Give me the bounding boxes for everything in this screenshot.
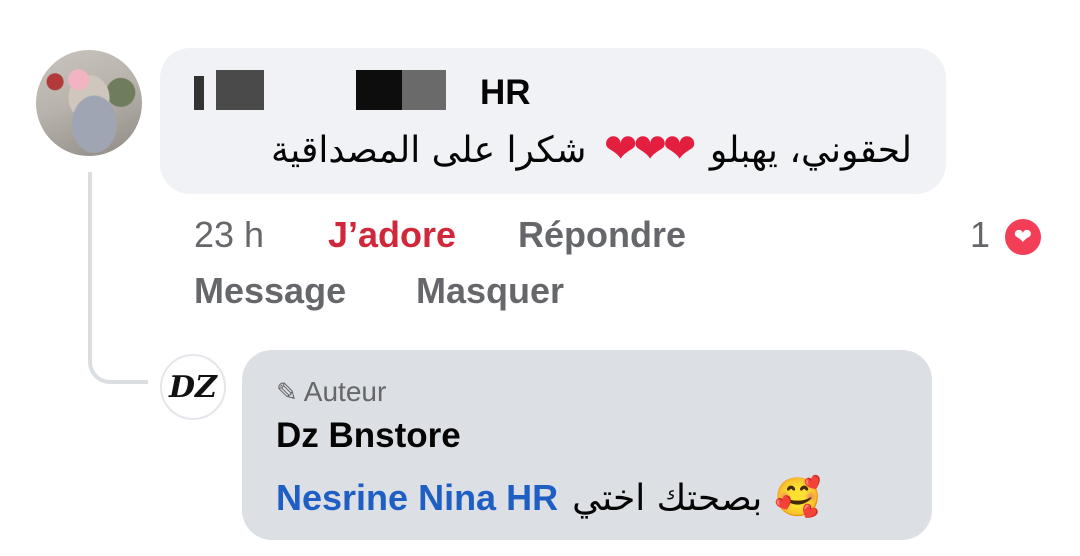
reply-bubble: ✎ Auteur Dz Bnstore Nesrine Nina HR بصحتك … <box>242 350 932 540</box>
comment-text: لحقوني، يهبلو ❤❤❤ شكرا على المصداقية <box>271 126 912 172</box>
heart-emoji-icon: ❤❤❤ <box>603 126 697 172</box>
commenter-avatar[interactable] <box>36 50 142 156</box>
comment-author-suffix: HR <box>480 73 531 112</box>
redaction-block <box>356 70 402 110</box>
pencil-icon: ✎ <box>276 377 298 407</box>
author-badge-label: Auteur <box>303 376 387 407</box>
page-avatar[interactable]: DZ <box>160 354 226 420</box>
reply-arabic-text: بصحتك اختي <box>572 478 763 519</box>
redaction-block <box>216 70 264 110</box>
hide-button[interactable]: Masquer <box>416 270 564 312</box>
like-button[interactable]: J’adore <box>328 214 456 256</box>
redaction-block <box>194 76 204 110</box>
comment-bubble: HR لحقوني، يهبلو ❤❤❤ شكرا على المصداقية <box>160 48 946 194</box>
heart-reaction-icon[interactable]: ❤ <box>1002 216 1044 258</box>
thread-connector-line <box>88 172 148 384</box>
comment-text-part-2: شكرا على المصداقية <box>270 130 587 171</box>
redaction-block <box>402 70 446 110</box>
comment-text-part-1: لحقوني، يهبلو <box>709 130 912 171</box>
mention-link[interactable]: Nesrine Nina HR <box>276 477 558 518</box>
comment-timestamp[interactable]: 23 h <box>194 214 264 256</box>
reply-text: Nesrine Nina HR بصحتك اختي 🥰 <box>276 476 822 520</box>
reply-button[interactable]: Répondre <box>518 214 686 256</box>
smiling-face-with-hearts-icon: 🥰 <box>774 477 822 519</box>
reply-author-name[interactable]: Dz Bnstore <box>276 416 461 456</box>
reaction-count[interactable]: 1 <box>970 214 990 256</box>
message-button[interactable]: Message <box>194 270 346 312</box>
author-badge: ✎ Auteur <box>276 376 386 408</box>
